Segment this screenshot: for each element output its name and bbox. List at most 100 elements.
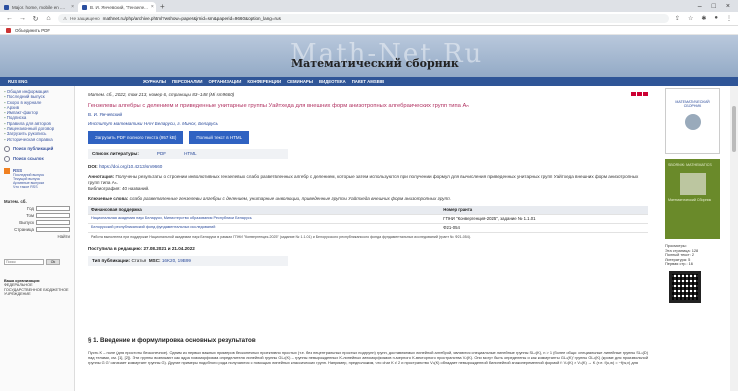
tab-label: Major. home, mobile en .... <box>12 4 66 10</box>
tab-favicon-icon <box>82 4 87 10</box>
grant-header: Номер гранта <box>440 206 648 215</box>
grant-number: Ф21-054 <box>440 223 648 233</box>
journal-title[interactable]: Математический сборник <box>291 57 459 70</box>
site-banner: Math-Net.Ru Математический сборник <box>0 35 738 77</box>
fulltext-html-button[interactable]: Полный текст в HTML <box>189 131 250 144</box>
security-label: Не защищено <box>70 16 100 21</box>
qr-code-icon <box>669 270 701 303</box>
page: Major. home, mobile en .... × В. И. Янчев… <box>0 0 738 391</box>
browser-tab-2[interactable]: В. И. Янчевский, "Гензеле... × <box>78 2 156 12</box>
search-publications-label: Поиск публикаций <box>13 145 54 151</box>
search-publications-link[interactable]: Поиск публикаций <box>4 145 70 152</box>
references-pdf-link[interactable]: PDF <box>157 151 166 157</box>
download-pdf-button[interactable]: Загрузить PDF полного текста (957 kB) <box>88 131 184 144</box>
volume-input[interactable] <box>36 212 70 218</box>
forward-icon[interactable]: → <box>19 15 26 22</box>
menu-journals[interactable]: ЖУРНАЛЫ <box>140 79 169 84</box>
find-button[interactable]: Найти <box>57 234 70 239</box>
received-date: Поступила в редакцию: 27.08.2021 и 21.04… <box>88 246 648 252</box>
menu-amsbib[interactable]: ПАКЕТ AMSBIB <box>349 79 387 84</box>
home-icon[interactable]: ⌂ <box>45 15 52 22</box>
pubtype-value: Статья <box>131 258 147 263</box>
page-input[interactable] <box>36 226 70 232</box>
article-main: Матем. сб., 2022, том 213, номер 6, стра… <box>88 92 648 266</box>
browser-tabbar: Major. home, mobile en .... × В. И. Янчев… <box>0 0 738 12</box>
browser-tab-1[interactable]: Major. home, mobile en .... × <box>0 2 78 12</box>
new-tab-icon[interactable]: + <box>156 2 169 12</box>
article-author[interactable]: В. И. Янчевский <box>88 112 648 118</box>
maximize-icon[interactable]: □ <box>712 3 716 10</box>
search-icon <box>4 145 10 152</box>
menu-icon[interactable]: ⋮ <box>726 15 732 22</box>
journal-cover-ru[interactable]: МАТЕМАТИЧЕСКИЙ СБОРНИК <box>665 88 720 154</box>
browser-tools: ⇪ ☆ ✱ ● ⋮ <box>675 15 732 22</box>
references-html-link[interactable]: HTML <box>184 151 197 157</box>
url-field[interactable]: ⚠ Не защищено mathnet.ru/php/archive.phtml… <box>58 14 669 23</box>
issue-label: Выпуск <box>19 219 34 225</box>
section-heading: § 1. Введение и формулировка основных ре… <box>88 337 256 344</box>
scrollbar[interactable] <box>730 86 738 391</box>
menu-organizations[interactable]: ОРГАНИЗАЦИИ <box>206 79 245 84</box>
search-input[interactable] <box>4 258 44 265</box>
menu-seminars[interactable]: СЕМИНАРЫ <box>284 79 316 84</box>
author-institution[interactable]: Институт математики НАН Беларуси, г. Мин… <box>88 121 648 127</box>
star-icon[interactable]: ☆ <box>688 15 693 22</box>
language-flags <box>631 92 648 98</box>
sidebar-item[interactable]: Историческая справка <box>4 137 70 142</box>
window-controls: – □ × <box>698 0 738 12</box>
msc-link[interactable]: 16K20, 19B99 <box>162 258 191 263</box>
profile-icon[interactable]: ● <box>714 15 718 22</box>
bibliography-count: Библиография: 40 названий. <box>88 186 150 191</box>
menu-persons[interactable]: ПЕРСОНАЛИИ <box>169 79 206 84</box>
back-icon[interactable]: ← <box>6 15 13 22</box>
grant-number: ГПНИ "Конвергенция-2025", задание № 1.1.… <box>440 214 648 224</box>
search-links-link[interactable]: Поиск ссылок <box>4 155 70 162</box>
scrollbar-thumb[interactable] <box>732 106 736 152</box>
address-bar-row: ← → ↻ ⌂ ⚠ Не защищено mathnet.ru/php/archi… <box>0 12 738 26</box>
rss-icon <box>4 167 10 174</box>
volume-label: Том <box>26 212 34 218</box>
language-switch[interactable]: RUS ENG <box>0 79 118 84</box>
pdf-icon <box>6 27 11 33</box>
stat-item: Первая стр.: 16 <box>665 261 693 267</box>
close-icon[interactable]: × <box>71 4 74 10</box>
cover-title: SBORNIK: MATHEMATICS <box>668 163 712 167</box>
bookmarks-bar: Объединить PDF <box>0 26 738 35</box>
bookmark-item[interactable]: Объединить PDF <box>15 28 50 33</box>
search-button[interactable]: Ok <box>46 258 60 265</box>
funding-org-link[interactable]: Белорусский республиканский фонд фундаме… <box>91 225 215 229</box>
extensions-icon[interactable]: ✱ <box>701 15 706 22</box>
year-label: Год <box>27 205 34 211</box>
menu-conferences[interactable]: КОНФЕРЕНЦИИ <box>244 79 284 84</box>
doi-link[interactable]: https://doi.org/10.4213/sm9660 <box>99 164 162 169</box>
page-label: Страница <box>14 226 34 232</box>
flag-icon[interactable] <box>631 92 636 96</box>
journal-menu: Общая информация Последний выпуск Скоро … <box>4 89 70 142</box>
close-window-icon[interactable]: × <box>726 3 730 10</box>
close-icon[interactable]: × <box>151 4 154 10</box>
organization-name: ФЕДЕРАЛЬНОЕ ГОСУДАРСТВЕННОЕ БЮДЖЕТНОЕ УЧ… <box>4 283 69 296</box>
publication-type: Тип публикации: Статья MSC: 16K20, 19B99 <box>88 256 288 266</box>
share-icon[interactable]: ⇪ <box>675 15 680 22</box>
url-text: mathnet.ru/php/archive.phtml?wshow=paper… <box>102 16 281 21</box>
doi-label: DOI: <box>88 164 98 169</box>
keywords-text: слабо разветвленные гензелевы алгебры с … <box>129 196 451 201</box>
search-icon <box>4 155 10 162</box>
msc-label: MSC: <box>148 258 161 263</box>
doi-line: DOI: https://doi.org/10.4213/sm9660 <box>88 164 648 170</box>
issue-input[interactable] <box>36 219 70 225</box>
download-buttons: Загрузить PDF полного текста (957 kB) Пол… <box>88 131 648 144</box>
abstract: Аннотация: Получены результаты о строени… <box>88 174 643 192</box>
organization-block: Ваша организация: ФЕДЕРАЛЬНОЕ ГОСУДАРСТВЕ… <box>4 279 70 296</box>
minimize-icon[interactable]: – <box>698 3 702 10</box>
funding-org-link[interactable]: Национальная академия наук Беларуси, Мин… <box>91 216 252 220</box>
flag-icon[interactable] <box>643 92 648 96</box>
journal-cover-en[interactable]: SBORNIK: MATHEMATICS Математический Сборн… <box>665 159 720 239</box>
cover-subtitle: Математический Сборник <box>668 198 712 203</box>
rss-item[interactable]: Что такое RSS <box>13 185 44 189</box>
flag-icon[interactable] <box>637 92 642 96</box>
reload-icon[interactable]: ↻ <box>32 15 39 23</box>
year-input[interactable] <box>36 205 70 211</box>
abstract-label: Аннотация: <box>88 174 115 179</box>
menu-videolibrary[interactable]: ВИДЕОТЕКА <box>316 79 349 84</box>
